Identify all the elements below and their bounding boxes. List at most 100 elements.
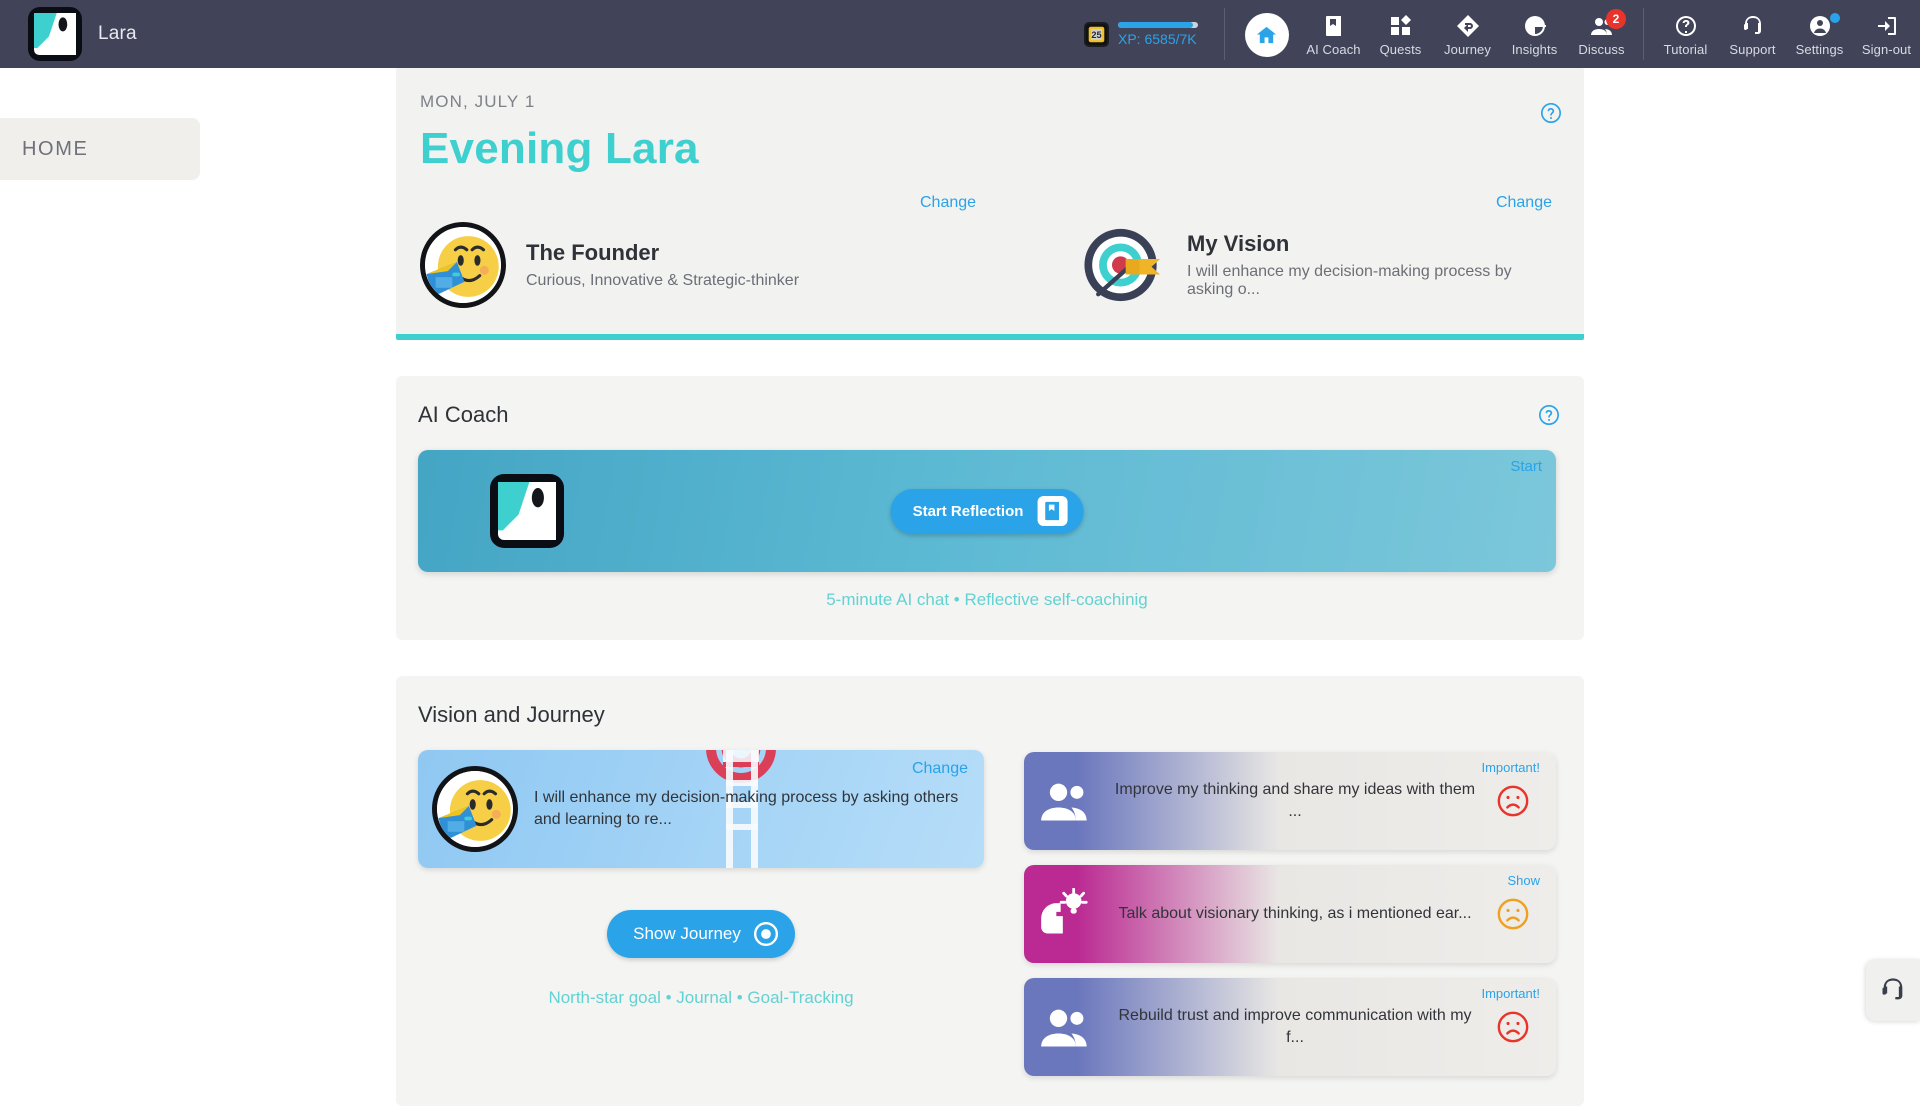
founder-avatar-icon[interactable] [420,222,506,308]
question-circle-icon [1673,13,1699,39]
nav-items: AI Coach Quests Journey Insights 2 Discu… [1233,8,1920,60]
start-reflection-button[interactable]: Start Reflection [890,488,1084,534]
ai-coach-help-icon[interactable] [1538,404,1560,426]
nav-item-sign-out[interactable]: Sign-out [1853,11,1920,57]
nav-label-insights: Insights [1511,42,1558,57]
nav-label-quests: Quests [1379,42,1422,57]
goal-cards-list: Important! Improve my thinking and share… [1024,750,1556,1076]
head-lightbulb-icon [1024,865,1106,963]
sign-out-icon [1874,13,1900,39]
nav-item-discuss[interactable]: 2 Discuss [1568,9,1635,57]
sad-face-icon[interactable] [1496,1010,1530,1044]
goal-card-text: Rebuild trust and improve communication … [1118,1006,1472,1046]
target-dartboard-icon [1081,222,1167,308]
persona-subtitle: Curious, Innovative & Strategic-thinker [526,272,800,289]
vision-card[interactable]: Change I will enhance my decision-making… [418,750,984,868]
vision-block: Change My Vision I will enhance my decis… [891,194,1552,308]
vision-journey-left: Change I will enhance my decision-making… [418,750,984,1076]
vision-journey-links[interactable]: North-star goal • Journal • Goal-Trackin… [418,988,984,1008]
ai-coach-panel-title: AI Coach [418,402,509,427]
nav-item-ai-coach[interactable]: AI Coach [1300,11,1367,57]
nav-label-support: Support [1729,42,1776,57]
journal-icon [1321,13,1347,39]
hero-card: MON, JULY 1 Evening Lara Change The Foun… [396,68,1584,340]
goal-card-text: Talk about visionary thinking, as i ment… [1118,904,1472,922]
sidebar-item-home[interactable]: HOME [0,118,200,180]
journey-diamond-icon [1455,13,1481,39]
goal-card[interactable]: Show Talk about visionary thinking, as i… [1024,865,1556,963]
nav-item-settings[interactable]: Settings [1786,11,1853,57]
persona-block: Change The Founder Curious, Innovative &… [420,194,976,308]
insights-pie-icon [1522,13,1548,39]
lara-logo-icon [28,7,82,61]
persona-text: The Founder Curious, Innovative & Strate… [526,240,799,290]
goal-card[interactable]: Important! Rebuild trust and improve com… [1024,978,1556,1076]
settings-notification-dot [1830,13,1840,23]
page-body: HOME MON, JULY 1 Evening Lara Change The… [0,68,1920,1106]
support-floating-button[interactable] [1866,959,1920,1021]
nav-label-tutorial: Tutorial [1663,42,1708,57]
show-journey-button[interactable]: Show Journey [607,910,795,958]
xp-coin-icon: 25 [1084,21,1109,47]
banner-start-link[interactable]: Start [1510,458,1542,475]
goal-card-text: Improve my thinking and share my ideas w… [1114,780,1476,820]
goal-card-corner-label[interactable]: Important! [1481,760,1540,775]
nav-item-tutorial[interactable]: Tutorial [1652,11,1719,57]
nav-label-settings: Settings [1795,42,1844,57]
show-journey-wrap: Show Journey [418,910,984,958]
vision-card-change-link[interactable]: Change [912,760,968,778]
vision-journey-panel-title: Vision and Journey [418,702,605,727]
goal-card-corner-label[interactable]: Important! [1481,986,1540,1001]
xp-label: XP: 6585/7K [1118,30,1197,47]
home-icon [1244,13,1289,57]
sad-face-icon[interactable] [1496,897,1530,931]
discuss-badge: 2 [1606,9,1626,29]
xp-meter[interactable]: 25 XP: 6585/7K [1084,21,1198,47]
record-circle-icon [753,921,779,947]
nav-item-insights[interactable]: Insights [1501,11,1568,57]
xp-progress-bar [1118,21,1198,28]
page-title: Evening Lara [420,124,699,173]
sad-face-icon[interactable] [1496,784,1530,818]
vision-subtitle: I will enhance my decision-making proces… [1187,263,1512,298]
brand-name: Lara [98,23,137,44]
ai-coach-subtitle: 5-minute AI chat • Reflective self-coach… [826,590,1148,609]
hero-columns: Change The Founder Curious, Innovative &… [420,194,1552,308]
founder-avatar-icon [432,766,518,852]
help-circle-icon[interactable] [1540,102,1562,124]
vision-change-link[interactable]: Change [1496,194,1552,212]
goal-card-corner-label[interactable]: Show [1507,873,1540,888]
xp-column: XP: 6585/7K [1118,21,1198,47]
nav-divider [1224,8,1225,60]
sidebar-item-home-label: HOME [22,137,89,160]
nav-item-home[interactable] [1233,11,1300,57]
vision-journey-body: Change I will enhance my decision-making… [418,750,1556,1076]
headset-icon [1740,13,1766,39]
vision-title: My Vision [1187,231,1290,256]
nav-label-discuss: Discuss [1578,42,1625,57]
persona-title: The Founder [526,240,660,265]
vision-journey-panel: Vision and Journey Change I will enhance… [396,676,1584,1106]
journal-icon [1037,496,1068,526]
headset-icon [1882,978,1903,1000]
nav-label-ai-coach: AI Coach [1306,42,1361,57]
xp-progress-fill [1118,21,1194,28]
ai-coach-panel: AI Coach Start Start Reflection 5-minute… [396,376,1584,640]
people-icon [1024,978,1106,1076]
nav-label-journey: Journey [1444,42,1491,57]
lara-logo-icon [490,474,564,548]
nav-divider-2 [1643,8,1644,60]
people-icon [1024,752,1106,850]
svg-text:25: 25 [1091,30,1101,40]
brand[interactable]: Lara [28,7,137,61]
nav-item-quests[interactable]: Quests [1367,11,1434,57]
vision-card-text: I will enhance my decision-making proces… [534,789,959,828]
account-circle-icon [1807,13,1833,39]
start-reflection-label: Start Reflection [912,502,1024,520]
vision-text: My Vision I will enhance my decision-mak… [1187,231,1552,299]
ai-coach-banner[interactable]: Start Start Reflection [418,450,1556,572]
nav-item-support[interactable]: Support [1719,11,1786,57]
nav-item-journey[interactable]: Journey [1434,11,1501,57]
goal-card[interactable]: Important! Improve my thinking and share… [1024,752,1556,850]
show-journey-label: Show Journey [633,924,741,943]
